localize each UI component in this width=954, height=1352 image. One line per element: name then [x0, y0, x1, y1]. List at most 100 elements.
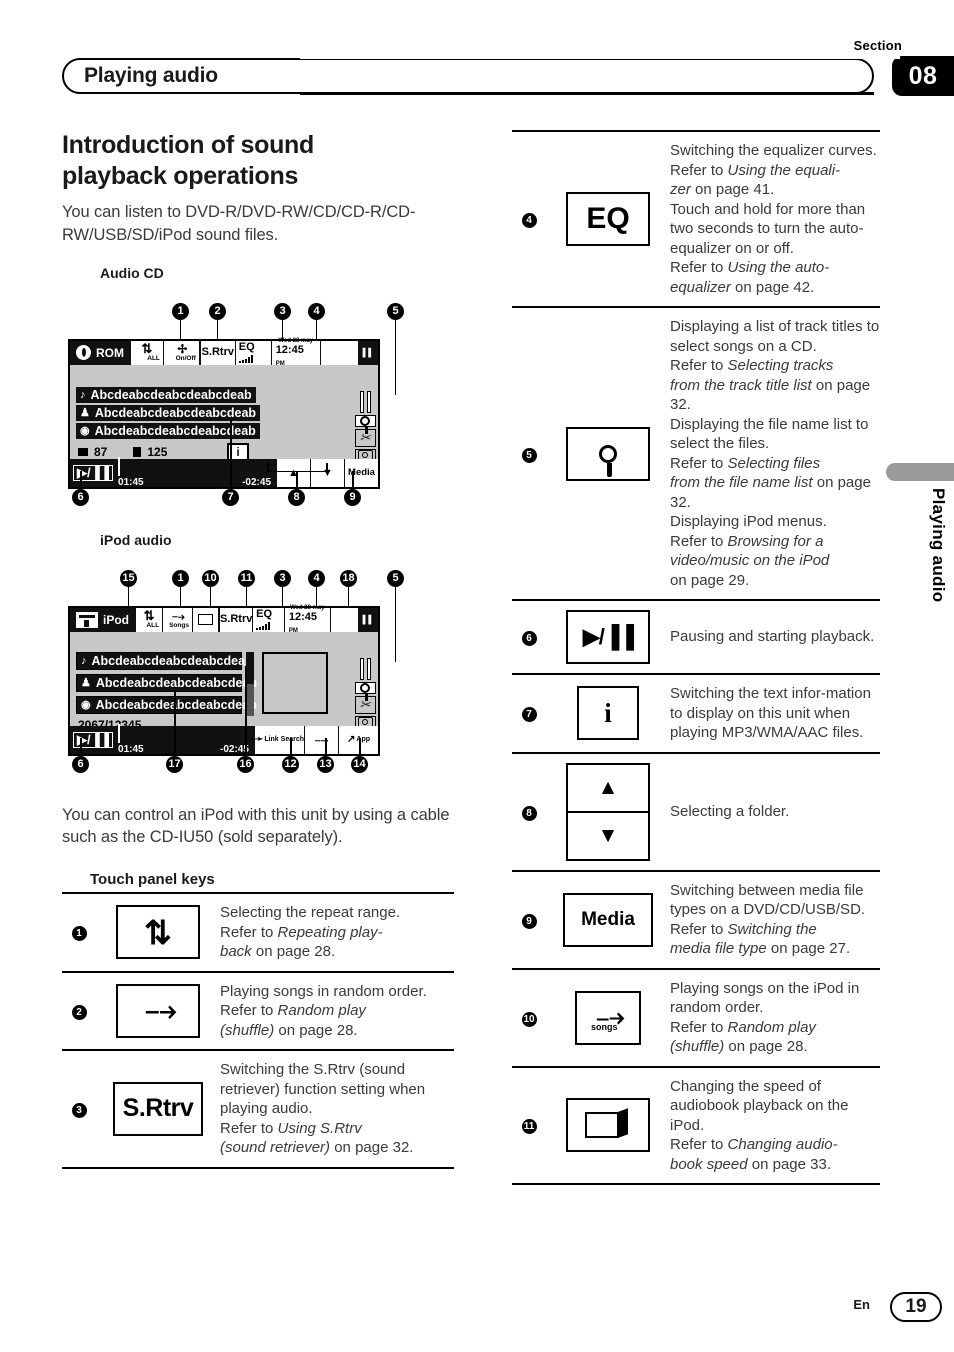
callout-1b: 1 — [172, 569, 189, 587]
srtrv-key[interactable]: S.Rtrv — [199, 340, 236, 365]
ipod-elapsed-time: 01:45 — [118, 743, 144, 755]
row-number: 4 — [521, 213, 537, 228]
folder-count-group: 87 — [78, 445, 107, 459]
leader-6 — [80, 470, 82, 489]
repeat-key[interactable]: ⇅ ALL — [130, 340, 164, 365]
touch-panel-keys-table-right: 4 EQ Switching the equalizer curves. Refe… — [512, 130, 880, 1185]
progress-bar[interactable] — [118, 456, 121, 476]
row-number: 8 — [521, 805, 537, 821]
info-icon: i — [604, 697, 612, 728]
leader-17 — [174, 689, 176, 756]
ipod-source-label: iPod — [103, 612, 129, 627]
audiobook-icon — [198, 614, 214, 626]
language-label: En — [853, 1297, 870, 1312]
row-icon-cell: Media — [546, 871, 670, 969]
ipod-shuffle-key[interactable]: ⤍ Songs — [163, 607, 193, 632]
repeat-key-icon[interactable]: ⇅ — [116, 905, 200, 960]
row-number: 11 — [521, 1119, 537, 1135]
row-description: Playing songs in random order. Refer to R… — [220, 982, 427, 1039]
ipod-shuffle-bottom-key[interactable]: ⤍ — [304, 725, 338, 754]
ipod-play-pause-key[interactable]: ▶/▐▐ — [73, 731, 114, 748]
ipod-eq-key[interactable]: EQ — [253, 607, 285, 632]
up-arrow-icon[interactable]: ▲ — [568, 765, 648, 813]
leader-7 — [230, 418, 232, 489]
album-name: Abcdeabcdeabcdeabcdeab — [94, 423, 256, 438]
left-column: Introduction of sound playback operation… — [62, 130, 454, 1169]
callout-5: 5 — [387, 302, 404, 320]
row-icon-cell: i — [546, 674, 670, 753]
srtrv-key-icon[interactable]: S.Rtrv — [113, 1081, 203, 1136]
shuffle-key-icon[interactable]: ⤍ — [116, 983, 200, 1038]
callout-10: 10 — [202, 569, 219, 587]
audiobook-key-icon[interactable] — [566, 1098, 650, 1153]
info-key-icon[interactable]: i — [577, 686, 639, 741]
ipod-clock-key[interactable]: Wed 28 may 12:45 PM — [284, 605, 331, 634]
ipod-track-title: Abcdeabcdeabcdeabcdeab — [91, 653, 253, 668]
link-search-key[interactable]: ➛ Link Search — [253, 725, 304, 754]
play-pause-key-icon[interactable]: ▶/▐▐ — [566, 610, 650, 664]
disc-small-icon: ◉ — [80, 425, 90, 438]
section-label: Section — [853, 38, 902, 53]
clock-time: 12:45 — [275, 343, 304, 356]
leader-12 — [290, 737, 292, 756]
callout-17: 17 — [166, 755, 183, 773]
ipod-srtrv-key[interactable]: S.Rtrv — [219, 607, 254, 632]
audiobook-icon — [585, 1108, 631, 1142]
ipod-note: You can control an iPod with this unit b… — [62, 805, 450, 847]
callout-8: 8 — [288, 488, 305, 506]
title-bar-mask — [300, 56, 900, 59]
callout-4: 4 — [308, 302, 325, 320]
ipod-progress-bar[interactable] — [118, 723, 121, 743]
shuffle-key[interactable]: ✢ On/Off — [163, 340, 200, 365]
person-icon: ♟ — [80, 407, 90, 420]
ipod-search-key[interactable] — [354, 681, 376, 701]
level-bars-icon — [359, 657, 371, 680]
callout-2: 2 — [209, 302, 226, 320]
audio-cd-screen: ROM ⇅ ALL ✢ On/Off S.Rtrv EQ Wed 28 may … — [68, 338, 380, 489]
repeat-icon: ⇅ — [141, 341, 153, 357]
play-pause-key[interactable]: ▶/▐▐ — [73, 464, 114, 481]
media-key-icon[interactable]: Media — [563, 892, 653, 947]
leader-11 — [245, 586, 248, 606]
folder-up-key[interactable]: ▲ — [276, 458, 310, 487]
screen-top-bar: ROM ⇅ ALL ✢ On/Off S.Rtrv EQ Wed 28 may … — [70, 338, 378, 367]
leader-8-right — [326, 462, 328, 472]
leader-5c — [394, 586, 397, 662]
ipod-artist-row[interactable]: ♟ Abcdeabcdeabcdeabcdeab — [76, 673, 257, 692]
eq-key[interactable]: EQ — [235, 340, 272, 365]
eq-key-icon[interactable]: EQ — [566, 192, 650, 246]
ipod-album-row[interactable]: ◉ Abcdeabcdeabcdeabcdeab — [76, 695, 257, 714]
leader-2 — [216, 319, 219, 339]
audiobook-key[interactable] — [192, 607, 220, 632]
ipod-repeat-key[interactable]: ⇅ ALL — [135, 607, 164, 632]
media-key[interactable]: Media — [344, 458, 378, 487]
row-number: 10 — [521, 1011, 537, 1027]
eq-level-bars — [238, 355, 253, 364]
app-key[interactable]: ↗ App — [338, 725, 378, 754]
search-key-icon[interactable] — [566, 426, 650, 481]
callout-14: 14 — [351, 755, 368, 773]
clock-key[interactable]: Wed 28 may 12:45 PM — [271, 338, 321, 367]
table-row: 5 Displaying a list of track titles to s… — [512, 307, 880, 600]
search-key[interactable] — [354, 414, 376, 434]
app-arrow-icon: ↗ — [347, 734, 356, 746]
row-number: 2 — [71, 1004, 87, 1020]
blank-key[interactable] — [320, 340, 359, 365]
folder-select-key-icon[interactable]: ▲ ▼ — [566, 762, 650, 861]
table-row: 4 EQ Switching the equalizer curves. Refe… — [512, 131, 880, 307]
touch-panel-keys-heading: Touch panel keys — [90, 871, 215, 889]
down-arrow-icon[interactable]: ▼ — [568, 813, 648, 859]
scrollbar-track[interactable] — [246, 683, 254, 716]
ipod-blank-key[interactable] — [330, 607, 359, 632]
callout-18: 18 — [340, 569, 357, 587]
ipod-source-indicator: iPod — [70, 608, 135, 632]
intro-paragraph: You can listen to DVD-R/DVD-RW/CD/CD-R/C… — [62, 203, 416, 244]
shuffle-songs-key-icon[interactable]: ⤍ songs — [575, 990, 641, 1045]
shuffle-icon: ✢ — [177, 341, 187, 356]
ipod-top-bar: iPod ⇅ ALL ⤍ Songs S.Rtrv EQ Wed 28 may … — [70, 605, 378, 634]
ipod-track-title-row[interactable]: ♪ Abcdeabcdeabcdeabcdeab — [76, 651, 253, 670]
scrollbar-thumb[interactable] — [246, 651, 254, 684]
play-pause-icon: ▶/▐▐ — [582, 624, 634, 649]
eq-label: EQ — [586, 202, 630, 235]
callout-11: 11 — [238, 569, 255, 587]
